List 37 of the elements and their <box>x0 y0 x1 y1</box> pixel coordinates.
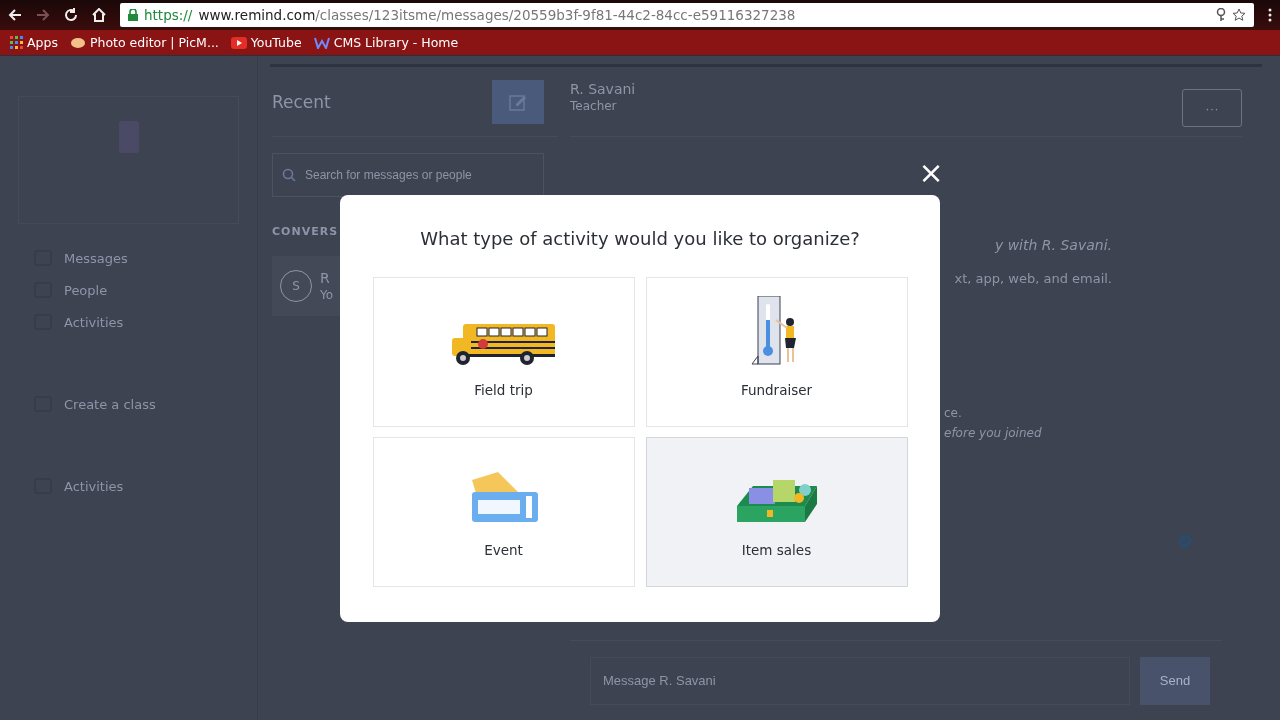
activity-option[interactable]: Fundraiser <box>645 277 908 427</box>
back-icon[interactable] <box>8 8 22 22</box>
menu-icon[interactable] <box>1268 8 1272 22</box>
activity-option[interactable]: Event <box>372 437 635 587</box>
message-field[interactable]: Message R. Savani <box>590 656 1130 705</box>
close-button[interactable]: × <box>918 160 944 186</box>
contact-role: Teacher <box>570 99 618 113</box>
school-bus-icon <box>450 322 557 366</box>
activity-option[interactable]: Item sales <box>645 437 908 587</box>
bookmark[interactable]: Apps <box>10 35 58 50</box>
forward-icon[interactable] <box>36 8 50 22</box>
contact-name: R. Savani <box>570 81 636 97</box>
intro-subtext: xt, app, web, and email. <box>954 271 1112 286</box>
play-icon <box>230 36 247 49</box>
bookmark[interactable]: CMS Library - Home <box>313 35 459 50</box>
conversation-preview: Yo <box>320 288 334 302</box>
conversation-name: R <box>320 270 331 286</box>
star-icon[interactable] <box>1232 8 1246 22</box>
intro-text: y with R. Savani. <box>994 237 1112 253</box>
section-heading: CONVERS <box>272 225 339 238</box>
reload-icon[interactable] <box>64 8 78 22</box>
bookmark[interactable]: Photo editor | PicM... <box>69 35 219 50</box>
address-bar[interactable]: https:// www.remind.com/classes/123itsme/messages/20559b3f-9f81-44c2-84cc-e59116327238 <box>120 3 1254 27</box>
lock-icon <box>128 9 138 21</box>
recent-title: Recent <box>272 91 331 112</box>
activity-option[interactable]: Field trip <box>372 277 635 427</box>
bookmark[interactable]: YouTube <box>230 35 302 50</box>
dialog-title: What type of activity would you like to organize? <box>420 228 860 249</box>
home-icon[interactable] <box>92 8 106 22</box>
note-text: ce. <box>944 406 963 420</box>
w-logo-icon <box>313 36 330 49</box>
note-subtext: efore you joined <box>944 426 1043 440</box>
key-icon[interactable] <box>1216 8 1226 22</box>
search-icon <box>282 168 296 182</box>
search-field[interactable]: Search for messages or people <box>272 153 544 197</box>
apps-grid-icon <box>10 36 23 49</box>
send-button[interactable]: Send <box>1140 656 1210 705</box>
